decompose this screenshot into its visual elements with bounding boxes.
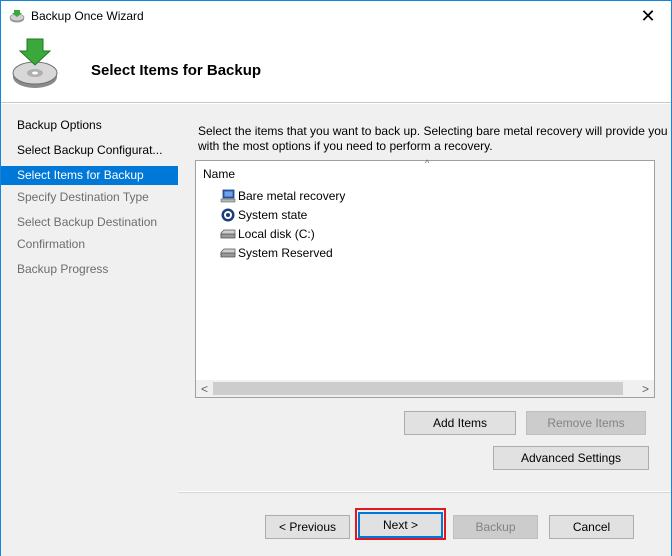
- list-item-system-state[interactable]: System state: [220, 206, 307, 224]
- list-item-local-disk-c[interactable]: Local disk (C:): [220, 225, 315, 243]
- scrollbar-thumb[interactable]: [213, 382, 623, 395]
- wizard-header: Select Items for Backup: [1, 31, 671, 103]
- backup-disk-icon: [11, 37, 59, 91]
- nav-item-select-backup-configuration[interactable]: Select Backup Configurat...: [1, 141, 178, 160]
- list-item-label: System Reserved: [238, 246, 333, 260]
- list-item-label: System state: [238, 208, 308, 222]
- system-state-icon: [220, 207, 236, 223]
- list-item-system-reserved[interactable]: System Reserved: [220, 244, 333, 262]
- list-item-label: Local disk (C:): [238, 227, 315, 241]
- backup-app-icon: [9, 9, 25, 23]
- nav-item-select-items-for-backup[interactable]: Select Items for Backup: [1, 166, 178, 185]
- scroll-right-arrow-icon[interactable]: >: [637, 380, 654, 397]
- list-item-label: Bare metal recovery: [238, 189, 346, 203]
- wizard-footer: < Previous Next > Backup Cancel: [178, 492, 671, 556]
- nav-item-backup-options[interactable]: Backup Options: [1, 116, 178, 135]
- window-title: Backup Once Wizard: [31, 9, 144, 23]
- remove-items-button: Remove Items: [526, 411, 646, 435]
- wizard-steps-nav: Backup Options Select Backup Configurat.…: [1, 104, 178, 556]
- scroll-left-arrow-icon[interactable]: <: [196, 380, 213, 397]
- close-button[interactable]: ✕: [625, 1, 671, 31]
- page-title: Select Items for Backup: [91, 62, 262, 79]
- previous-button[interactable]: < Previous: [265, 515, 350, 539]
- column-header-name[interactable]: Name: [203, 167, 235, 181]
- content-panel: Select the items that you want to back u…: [178, 104, 671, 491]
- backup-items-list[interactable]: ^ Name Bare metal recovery System state …: [195, 158, 655, 398]
- drive-icon: [220, 226, 236, 242]
- next-button-highlight-box: [355, 508, 446, 540]
- advanced-settings-button[interactable]: Advanced Settings: [493, 446, 649, 470]
- horizontal-scrollbar[interactable]: < >: [196, 380, 654, 397]
- nav-item-select-backup-destination: Select Backup Destination: [17, 215, 158, 229]
- cancel-button[interactable]: Cancel: [549, 515, 634, 539]
- sort-caret-icon: ^: [425, 158, 430, 168]
- bare-metal-recovery-icon: [220, 188, 236, 204]
- drive-icon: [220, 245, 236, 261]
- list-item-bare-metal-recovery[interactable]: Bare metal recovery: [220, 187, 345, 205]
- instruction-text: Select the items that you want to back u…: [198, 124, 668, 153]
- nav-item-specify-destination-type: Specify Destination Type: [17, 190, 149, 204]
- wizard-window: Backup Once Wizard ✕ Select Items for Ba…: [0, 0, 672, 556]
- add-items-button[interactable]: Add Items: [404, 411, 516, 435]
- title-bar: Backup Once Wizard ✕: [1, 1, 671, 31]
- backup-button: Backup: [453, 515, 538, 539]
- nav-item-confirmation: Confirmation: [17, 237, 86, 251]
- nav-item-backup-progress: Backup Progress: [17, 262, 109, 276]
